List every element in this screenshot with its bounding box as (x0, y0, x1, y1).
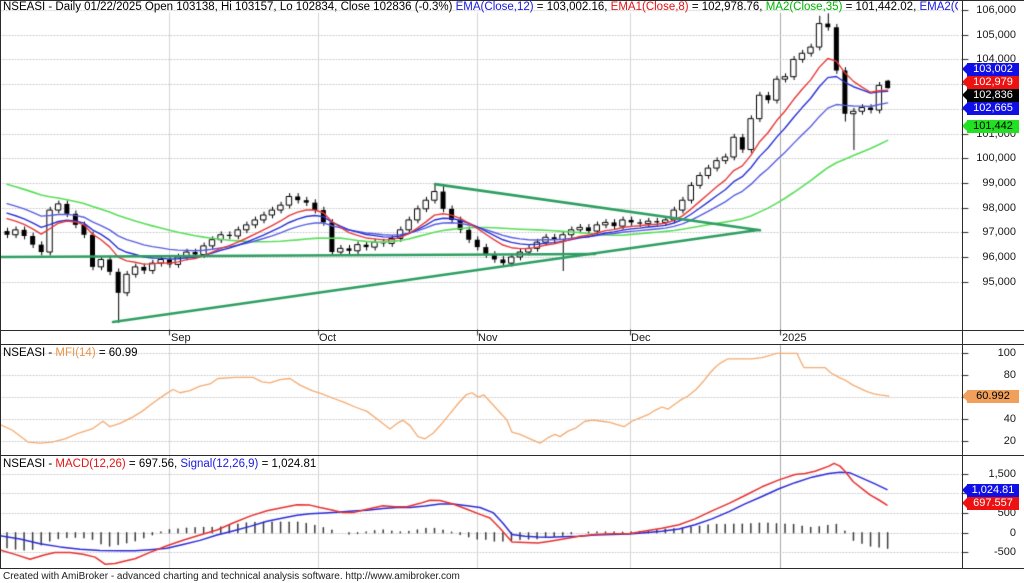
price-axis-label-95,000: 95,000 (982, 275, 1016, 288)
macd-value-tag-0: 1,024.81 (962, 483, 1019, 497)
mfi-axis-label-40: 40 (1003, 413, 1016, 426)
x-axis-label-Sep: Sep (171, 332, 191, 344)
price-axis-label-99,000: 99,000 (982, 176, 1016, 189)
price-value-tag-4: 101,442 (962, 119, 1019, 133)
mfi-title-segment-2: = 60.99 (95, 347, 138, 359)
price-value-tag-2: 102,836 (962, 88, 1019, 102)
macd-pane-separator[interactable] (0, 455, 1024, 456)
macd-title-segment-1: MACD(12,26) (55, 458, 126, 470)
price-axis-label-98,000: 98,000 (982, 201, 1016, 214)
price-axis-line (0, 330, 1024, 331)
footer-separator (0, 568, 1024, 569)
amibroker-credit-text: Created with AmiBroker - advanced charti… (3, 571, 460, 582)
price-axis-label-96,000: 96,000 (982, 251, 1016, 263)
macd-title-segment-0: NSEASI - (3, 458, 56, 470)
price-value-tag-0: 103,002 (962, 62, 1019, 76)
x-axis-label-Dec: Dec (631, 332, 651, 344)
left-border (0, 0, 1, 568)
mfi-title-segment-1: MFI(14) (55, 347, 96, 359)
macd-title-segment-2: = 697.56, (125, 458, 181, 470)
macd-pane-title: NSEASI - MACD(12,26) = 697.56, Signal(12… (3, 458, 703, 471)
mfi-title-segment-0: NSEASI - (3, 347, 56, 359)
price-title-segment-0: NSEASI - Daily 01/22/2025 Open 103138, H… (3, 1, 456, 13)
mfi-value-tag-0: 60.992 (962, 389, 1019, 403)
price-axis-label-105,000: 105,000 (976, 28, 1016, 41)
macd-axis-label--500: -500 (993, 546, 1016, 559)
macd-axis-label-0: 0 (1009, 526, 1016, 539)
amibroker-chart-window: NSEASI - Daily 01/22/2025 Open 103138, H… (0, 0, 1024, 583)
macd-axis-label-1,500: 1,500 (988, 467, 1016, 480)
price-title-segment-2: = 103,002.16, (533, 1, 611, 13)
price-axis-label-106,000: 106,000 (976, 4, 1016, 16)
mfi-axis-label-20: 20 (1003, 434, 1016, 447)
x-axis-label-Oct: Oct (319, 332, 337, 344)
y-axis-line (962, 0, 963, 568)
price-title-segment-6: = 101,442.02, (842, 1, 920, 13)
price-title-segment-4: = 102,978.76, (688, 1, 766, 13)
price-value-tag-1: 102,979 (962, 75, 1019, 89)
mfi-pane-title: NSEASI - MFI(14) = 60.99 (3, 347, 703, 360)
price-title-segment-3: EMA1(Close,8) (610, 1, 689, 13)
mfi-axis-label-100: 100 (997, 347, 1016, 360)
price-axis-label-100,000: 100,000 (976, 152, 1016, 165)
macd-title-segment-4: = 1,024.81 (258, 458, 317, 470)
mfi-axis-label-80: 80 (1003, 369, 1016, 382)
x-axis-label-2025: 2025 (782, 332, 807, 344)
macd-title-segment-3: Signal(12,26,9) (180, 458, 259, 470)
price-value-tag-3: 102,665 (962, 101, 1019, 115)
top-border (0, 0, 1024, 1)
mfi-pane-separator[interactable] (0, 344, 1024, 345)
price-title-segment-7: EMA2(Close,20) = 102,665.31 (919, 1, 958, 13)
price-axis-label-97,000: 97,000 (982, 226, 1016, 239)
price-title-segment-5: MA2(Close,35) (765, 1, 843, 13)
x-axis-label-Nov: Nov (478, 332, 498, 344)
macd-value-tag-1: 697.557 (962, 496, 1019, 510)
price-pane-title: NSEASI - Daily 01/22/2025 Open 103138, H… (3, 1, 958, 14)
chart-canvas[interactable] (0, 0, 1024, 583)
price-title-segment-1: EMA(Close,12) (455, 1, 534, 13)
